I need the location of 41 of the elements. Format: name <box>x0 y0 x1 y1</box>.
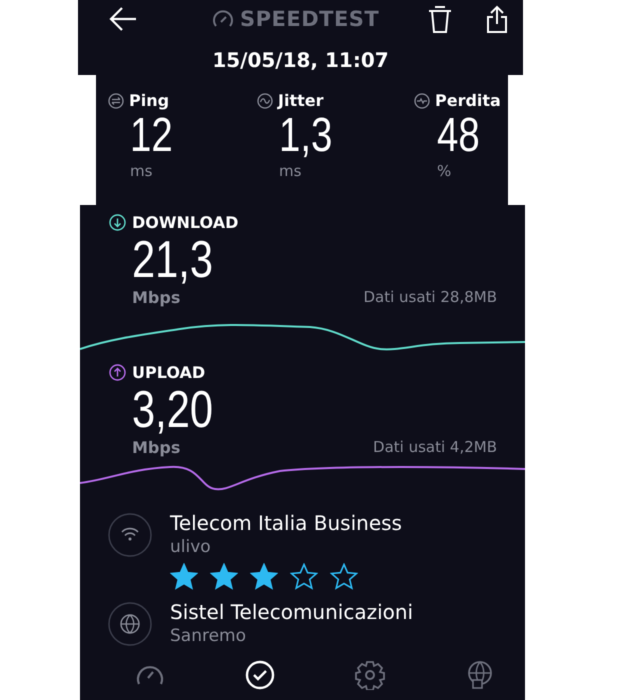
metric-label: Jitter <box>278 91 324 110</box>
metric-value: 48 <box>437 110 481 162</box>
app-title: SPEEDTEST <box>240 7 380 31</box>
up-arrow-circle-icon <box>109 364 126 381</box>
metric-value: 12 <box>130 110 174 162</box>
speed-label: UPLOAD <box>132 363 206 382</box>
speed-unit: Mbps <box>132 438 180 457</box>
metric-value: 1,3 <box>279 110 334 162</box>
share-icon[interactable] <box>485 4 509 34</box>
connection-name: Sistel Telecomunicazioni <box>170 600 414 624</box>
down-arrow-circle-icon <box>109 214 126 231</box>
empty-star-icon <box>290 563 318 590</box>
empty-star-icon <box>330 563 358 590</box>
speed-label: DOWNLOAD <box>132 213 238 232</box>
settings-icon[interactable] <box>355 660 385 690</box>
filled-star-icon <box>210 563 238 590</box>
connection-detail: ulivo <box>170 537 212 557</box>
speed-value: 21,3 <box>132 232 214 288</box>
wifi-icon <box>108 513 152 557</box>
connection-detail: Sanremo <box>170 626 248 646</box>
data-used: Dati usati 4,2MB <box>373 438 497 457</box>
metric-unit: ms <box>279 162 302 180</box>
test-datetime: 15/05/18, 11:07 <box>211 48 390 72</box>
globe-icon <box>108 602 152 646</box>
metric-label: Ping <box>129 91 170 110</box>
filled-star-icon <box>170 563 198 590</box>
check-circle-tab-icon[interactable] <box>245 660 275 690</box>
wave-circle-icon <box>257 92 273 108</box>
data-used: Dati usati 28,8MB <box>363 288 497 307</box>
metric-unit: ms <box>130 162 154 180</box>
trash-icon[interactable] <box>427 4 453 34</box>
metric-label: Perdita <box>435 91 501 110</box>
filled-star-icon <box>250 563 278 590</box>
pulse-circle-icon <box>414 92 430 108</box>
connection-name: Telecom Italia Business <box>170 511 402 535</box>
globe-lock-icon[interactable] <box>465 660 495 690</box>
speed-value: 3,20 <box>132 382 214 438</box>
speed-unit: Mbps <box>132 288 180 307</box>
arrows-circle-icon <box>108 92 124 108</box>
back-arrow-icon[interactable] <box>108 6 138 32</box>
metric-unit: % <box>437 162 452 180</box>
